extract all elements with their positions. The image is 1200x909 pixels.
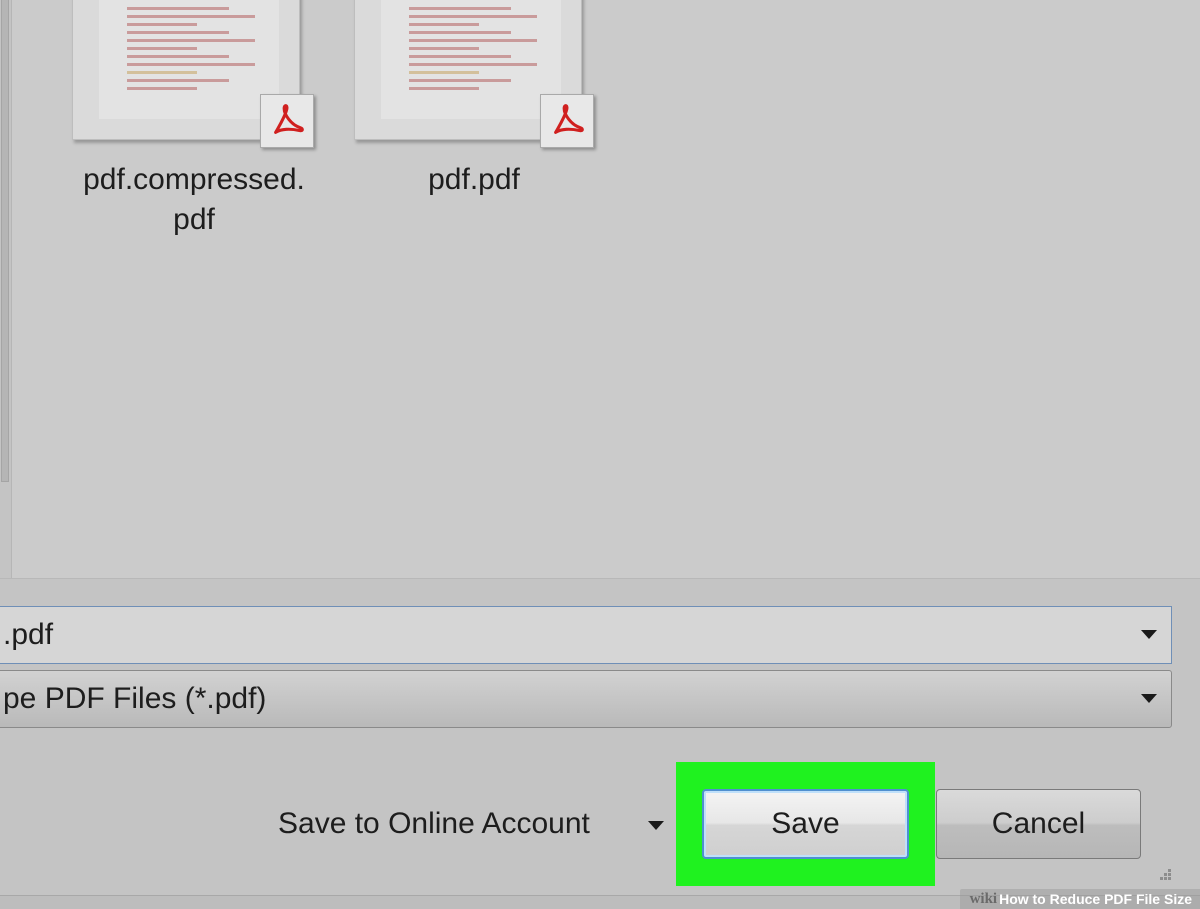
- document-preview: [99, 0, 279, 119]
- save-button[interactable]: Save: [702, 789, 909, 859]
- file-name-label: pdf.pdf: [428, 163, 520, 196]
- navigation-pane-scrollbar[interactable]: [0, 0, 12, 578]
- adobe-pdf-icon: [540, 94, 594, 148]
- file-name-field[interactable]: .pdf: [0, 606, 1172, 664]
- save-as-type-select[interactable]: pe PDF Files (*.pdf): [0, 670, 1172, 728]
- file-name-label: pdf.compressed. pdf: [83, 163, 305, 236]
- save-as-type-value: pe PDF Files (*.pdf): [3, 682, 267, 715]
- chevron-down-icon[interactable]: [648, 821, 664, 830]
- save-dialog: pdf.compressed. pdf pdf.pdf .pdf pe PDF …: [0, 0, 1200, 909]
- chevron-down-icon[interactable]: [1141, 694, 1157, 703]
- watermark-title: How to Reduce PDF File Size: [999, 891, 1192, 907]
- cancel-button[interactable]: Cancel: [936, 789, 1141, 859]
- resize-grip-icon[interactable]: [1156, 869, 1172, 885]
- scrollbar-thumb[interactable]: [1, 0, 9, 482]
- file-list-area[interactable]: pdf.compressed. pdf pdf.pdf: [0, 0, 1200, 578]
- watermark-brand: wiki: [969, 890, 998, 907]
- chevron-down-icon[interactable]: [1141, 630, 1157, 639]
- document-preview: [381, 0, 561, 119]
- dialog-footer: .pdf pe PDF Files (*.pdf) Save to Online…: [0, 578, 1200, 909]
- wikihow-watermark: wiki How to Reduce PDF File Size: [959, 889, 1200, 909]
- save-to-online-account-button[interactable]: Save to Online Account: [278, 804, 590, 844]
- file-name-value: .pdf: [3, 618, 54, 651]
- adobe-pdf-icon: [260, 94, 314, 148]
